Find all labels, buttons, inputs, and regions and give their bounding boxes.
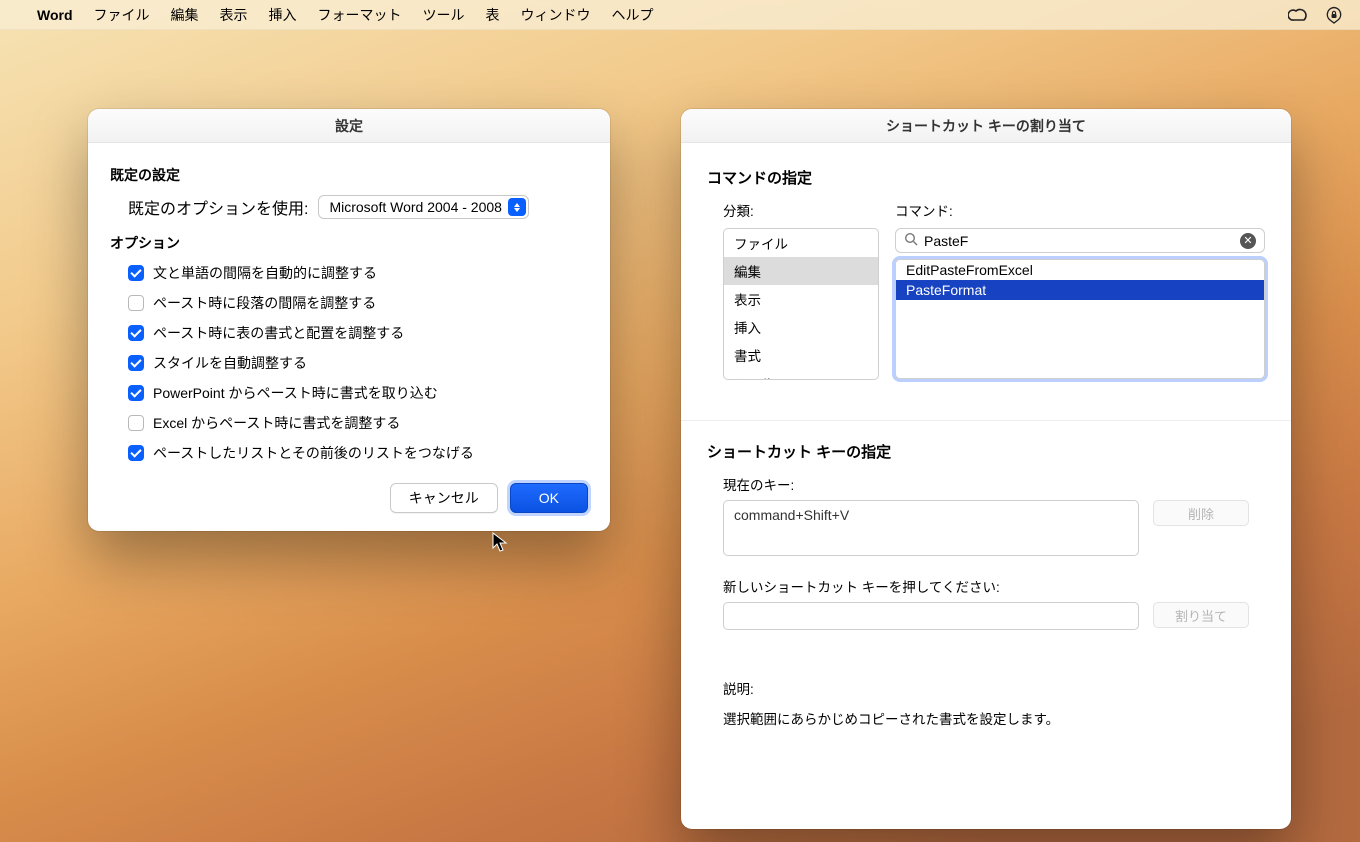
clear-search-icon[interactable]: ✕ (1240, 233, 1256, 249)
settings-title: 設定 (335, 116, 363, 136)
default-option-label: 既定のオプションを使用: (128, 195, 308, 219)
option-row[interactable]: ペースト時に表の書式と配置を調整する (128, 323, 588, 343)
menu-edit[interactable]: 編集 (171, 5, 199, 25)
menu-window[interactable]: ウィンドウ (521, 5, 591, 25)
current-key-label: 現在のキー: (723, 474, 1265, 494)
option-row[interactable]: スタイルを自動調整する (128, 353, 588, 373)
description-label: 説明: (723, 678, 1265, 698)
category-item[interactable]: 書式 (724, 341, 878, 369)
default-option-select-wrap: Microsoft Word 2004 - 2008 (318, 195, 529, 219)
category-item[interactable]: ツール (724, 369, 878, 380)
menu-format[interactable]: フォーマット (318, 5, 402, 25)
search-icon (904, 232, 918, 249)
category-label: 分類: (723, 200, 879, 220)
checkbox[interactable] (128, 445, 144, 461)
category-item[interactable]: ファイル (724, 229, 878, 257)
command-item[interactable]: EditPasteFromExcel (896, 260, 1264, 280)
menu-insert[interactable]: 挿入 (269, 5, 297, 25)
option-row[interactable]: PowerPoint からペースト時に書式を取り込む (128, 383, 588, 403)
category-item[interactable]: 表示 (724, 285, 878, 313)
option-label: ペースト時に段落の間隔を調整する (153, 293, 376, 313)
option-row[interactable]: Excel からペースト時に書式を調整する (128, 413, 588, 433)
command-search: ✕ (895, 228, 1265, 253)
creative-cloud-icon[interactable] (1288, 8, 1310, 22)
command-search-input[interactable] (924, 233, 1234, 249)
command-heading: コマンドの指定 (707, 167, 1265, 188)
description-text: 選択範囲にあらかじめコピーされた書式を設定します。 (723, 708, 1265, 728)
option-row[interactable]: ペーストしたリストとその前後のリストをつなげる (128, 443, 588, 463)
menu-view[interactable]: 表示 (220, 5, 248, 25)
menu-tools[interactable]: ツール (423, 5, 465, 25)
command-list[interactable]: EditPasteFromExcelPasteFormat (895, 259, 1265, 379)
option-label: ペーストしたリストとその前後のリストをつなげる (153, 443, 474, 463)
option-row[interactable]: 文と単語の間隔を自動的に調整する (128, 263, 588, 283)
shortcut-title: ショートカット キーの割り当て (886, 116, 1086, 136)
command-label: コマンド: (895, 200, 1265, 220)
cancel-button[interactable]: キャンセル (390, 483, 498, 513)
settings-window: 設定 既定の設定 既定のオプションを使用: Microsoft Word 200… (88, 109, 610, 531)
shortcut-window: ショートカット キーの割り当て コマンドの指定 分類: ファイル編集表示挿入書式… (681, 109, 1291, 829)
checkbox[interactable] (128, 295, 144, 311)
menubar: Word ファイル 編集 表示 挿入 フォーマット ツール 表 ウィンドウ ヘル… (0, 0, 1360, 30)
checkbox[interactable] (128, 355, 144, 371)
options-heading: オプション (110, 233, 588, 253)
menubar-tray (1288, 6, 1344, 24)
new-key-input[interactable] (723, 602, 1139, 630)
assign-button[interactable]: 割り当て (1153, 602, 1249, 628)
option-label: Excel からペースト時に書式を調整する (153, 413, 400, 433)
menu-help[interactable]: ヘルプ (612, 5, 654, 25)
checkbox[interactable] (128, 385, 144, 401)
key-heading: ショートカット キーの指定 (707, 441, 1265, 462)
shortcut-titlebar: ショートカット キーの割り当て (681, 109, 1291, 143)
delete-key-button[interactable]: 削除 (1153, 500, 1249, 526)
option-row[interactable]: ペースト時に段落の間隔を調整する (128, 293, 588, 313)
command-item[interactable]: PasteFormat (896, 280, 1264, 300)
menu-file[interactable]: ファイル (94, 5, 150, 25)
menu-table[interactable]: 表 (486, 5, 500, 25)
ok-button[interactable]: OK (510, 483, 588, 513)
option-label: 文と単語の間隔を自動的に調整する (153, 263, 377, 283)
checkbox[interactable] (128, 325, 144, 341)
option-label: ペースト時に表の書式と配置を調整する (153, 323, 404, 343)
settings-titlebar: 設定 (88, 109, 610, 143)
new-key-label: 新しいショートカット キーを押してください: (723, 576, 1265, 596)
category-item[interactable]: 編集 (724, 257, 878, 285)
app-name[interactable]: Word (37, 7, 73, 23)
option-label: スタイルを自動調整する (153, 353, 307, 373)
mouse-cursor-icon (492, 532, 508, 554)
current-key-box[interactable]: command+Shift+V (723, 500, 1139, 556)
category-item[interactable]: 挿入 (724, 313, 878, 341)
checkbox[interactable] (128, 415, 144, 431)
checkbox[interactable] (128, 265, 144, 281)
default-settings-heading: 既定の設定 (110, 165, 588, 185)
default-option-select[interactable]: Microsoft Word 2004 - 2008 (318, 195, 529, 219)
option-label: PowerPoint からペースト時に書式を取り込む (153, 383, 438, 403)
location-lock-icon[interactable] (1324, 6, 1344, 24)
category-list[interactable]: ファイル編集表示挿入書式ツール表 / 罫線 (723, 228, 879, 380)
divider (681, 420, 1291, 421)
